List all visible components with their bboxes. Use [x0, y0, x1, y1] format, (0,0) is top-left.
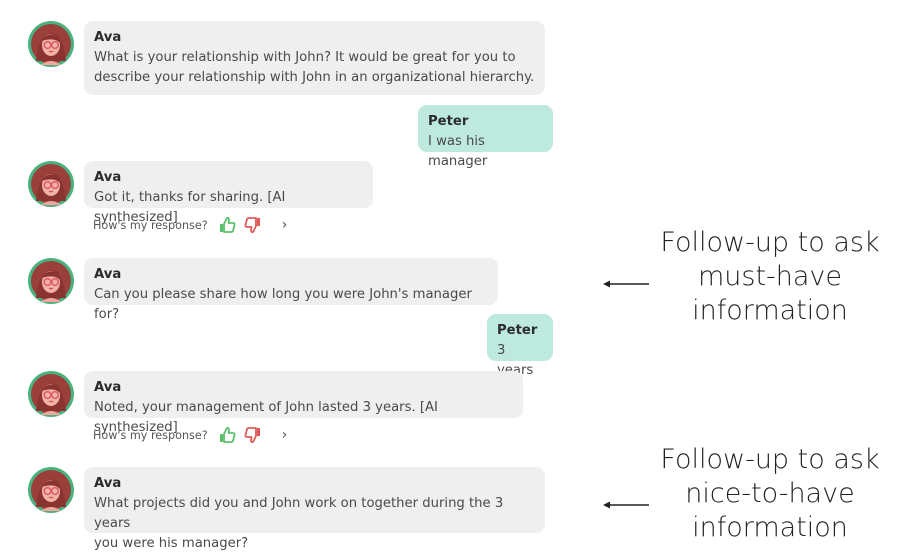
ava-avatar [28, 161, 74, 207]
sender-name: Ava [94, 170, 122, 185]
feedback-label: How's my response? [93, 428, 208, 442]
assistant-message: Ava Got it, thanks for sharing. [AI synt… [84, 161, 373, 225]
feedback-bar: How's my response? › [93, 425, 287, 445]
ava-avatar [28, 258, 74, 304]
sender-name: Ava [94, 476, 122, 491]
ava-avatar [28, 467, 74, 513]
avatar-image [28, 258, 74, 304]
thumbs-up-icon[interactable] [218, 426, 236, 444]
sender-name: Ava [94, 30, 122, 45]
thumbs-up-icon[interactable] [218, 216, 236, 234]
assistant-message: Ava Can you please share how long you we… [84, 258, 498, 322]
assistant-message: Ava What is your relationship with John?… [84, 21, 545, 95]
arrow-left-icon [603, 501, 649, 509]
avatar-image [28, 467, 74, 513]
user-message: Peter I was his manager [418, 105, 553, 169]
feedback-bar: How's my response? › [93, 215, 287, 235]
avatar-image [28, 21, 74, 67]
chevron-right-icon[interactable]: › [282, 427, 288, 443]
avatar-image [28, 161, 74, 207]
sender-name: Peter [497, 323, 538, 338]
message-text: What is your relationship with John? It … [94, 50, 535, 85]
feedback-label: How's my response? [93, 218, 208, 232]
assistant-message: Ava What projects did you and John work … [84, 467, 545, 551]
thumbs-down-icon[interactable] [244, 216, 262, 234]
chevron-right-icon[interactable]: › [282, 217, 288, 233]
sender-name: Peter [428, 114, 469, 129]
message-text: Can you please share how long you were J… [94, 287, 472, 322]
ava-avatar [28, 371, 74, 417]
assistant-message: Ava Noted, your management of John laste… [84, 371, 523, 435]
thumbs-down-icon[interactable] [244, 426, 262, 444]
avatar-image [28, 371, 74, 417]
ava-avatar [28, 21, 74, 67]
annotation-must-have: Follow-up to ask must-have information [660, 227, 880, 326]
user-message: Peter 3 years [487, 314, 553, 378]
annotation-nice-to-have: Follow-up to ask nice-to-have informatio… [660, 444, 880, 543]
sender-name: Ava [94, 380, 122, 395]
message-text: What projects did you and John work on t… [94, 496, 504, 551]
message-text: I was his manager [428, 134, 488, 169]
arrow-left-icon [603, 280, 649, 288]
sender-name: Ava [94, 267, 122, 282]
